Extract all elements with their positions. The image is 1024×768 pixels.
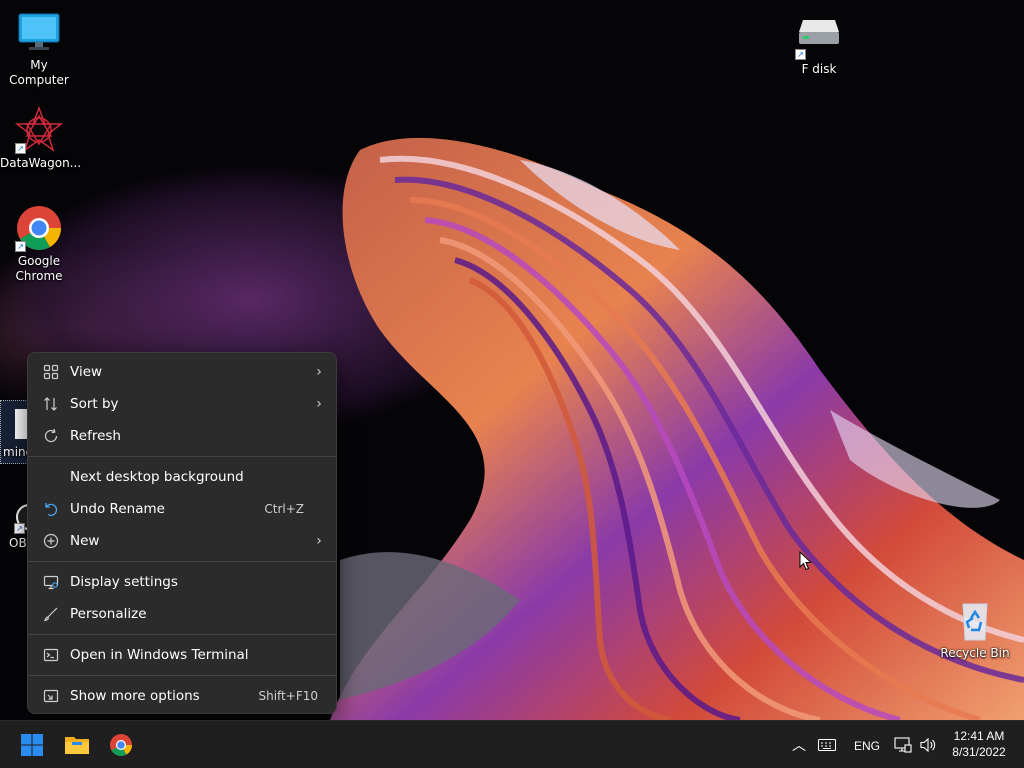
- menu-separator: [28, 634, 336, 635]
- refresh-icon: [32, 428, 70, 444]
- menu-item-new[interactable]: New ›: [32, 525, 332, 557]
- mouse-cursor-icon: [799, 550, 813, 575]
- desktop-icon-label: OB: [9, 536, 27, 550]
- undo-icon: [32, 501, 70, 517]
- menu-item-label: Undo Rename: [70, 501, 165, 517]
- menu-item-label: View: [70, 364, 103, 380]
- shortcut-arrow-icon: ↗: [15, 143, 26, 154]
- menu-item-shortcut: Ctrl+Z: [264, 502, 304, 516]
- shortcut-arrow-icon: ↗: [795, 49, 806, 60]
- menu-item-label: Refresh: [70, 428, 121, 444]
- network-button[interactable]: [890, 729, 916, 761]
- menu-item-sort-by[interactable]: Sort by ›: [32, 388, 332, 420]
- display-icon: [32, 574, 70, 590]
- taskbar-clock[interactable]: 12:41 AM 8/31/2022: [944, 729, 1014, 759]
- network-icon: [894, 737, 912, 753]
- desktop-icon-ob[interactable]: ↗ OB: [0, 500, 42, 551]
- chrome-icon: [110, 734, 132, 756]
- chevron-right-icon: ›: [316, 364, 322, 380]
- menu-item-next-desktop-background[interactable]: Next desktop background: [32, 461, 332, 493]
- desktop-icon-mine[interactable]: mine: [0, 400, 34, 464]
- shortcut-arrow-icon: ↗: [15, 241, 26, 252]
- chrome-icon: ↗: [15, 204, 63, 252]
- shortcut-arrow-icon: ↗: [14, 523, 25, 534]
- terminal-icon: [32, 647, 70, 663]
- datawagon-logo-icon: ↗: [14, 105, 64, 154]
- touch-keyboard-button[interactable]: [812, 729, 842, 761]
- menu-item-show-more-options[interactable]: Show more options Shift+F10: [32, 680, 332, 712]
- taskbar-chrome-button[interactable]: [105, 729, 137, 761]
- clock-time: 12:41 AM: [953, 729, 1005, 743]
- desktop-icon-datawagon[interactable]: ↗ DataWagon...: [0, 105, 82, 171]
- desktop-icon-label: Google Chrome: [15, 254, 63, 283]
- obs-icon: ↗: [0, 500, 42, 536]
- desktop-icon-f-disk[interactable]: ↗ F disk: [780, 12, 858, 77]
- menu-item-label: Open in Windows Terminal: [70, 647, 249, 663]
- drive-icon: ↗: [795, 12, 843, 60]
- brush-icon: [32, 606, 70, 622]
- desktop-icon-google-chrome[interactable]: ↗ Google Chrome: [0, 204, 78, 284]
- menu-item-label: Show more options: [70, 688, 200, 704]
- desktop-icon-my-computer[interactable]: My Computer: [0, 8, 78, 88]
- menu-item-open-windows-terminal[interactable]: Open in Windows Terminal: [32, 639, 332, 671]
- menu-item-label: Personalize: [70, 606, 147, 622]
- desktop-icon-label: DataWagon...: [0, 156, 82, 170]
- menu-item-view[interactable]: View ›: [32, 356, 332, 388]
- volume-button[interactable]: [914, 729, 942, 761]
- language-indicator[interactable]: ENG: [854, 739, 880, 753]
- menu-item-label: Next desktop background: [70, 469, 244, 485]
- menu-item-shortcut: Shift+F10: [258, 689, 318, 703]
- new-plus-icon: [32, 533, 70, 549]
- taskbar: ︿ ENG 12:41 AM 8/31/2022: [0, 720, 1024, 768]
- menu-separator: [28, 675, 336, 676]
- view-grid-icon: [32, 364, 70, 380]
- folder-icon: [65, 737, 89, 754]
- menu-item-refresh[interactable]: Refresh: [32, 420, 332, 452]
- desktop-icon-label: My Computer: [9, 58, 69, 87]
- desktop-icon-label: F disk: [801, 62, 837, 76]
- speaker-icon: [920, 737, 936, 753]
- menu-separator: [28, 456, 336, 457]
- desktop-context-menu: View › Sort by › Refresh Next desktop ba…: [27, 352, 337, 714]
- recycle-bin-icon: [951, 596, 999, 644]
- taskbar-file-explorer-button[interactable]: [61, 729, 93, 761]
- start-button[interactable]: [16, 729, 48, 761]
- menu-item-label: New: [70, 533, 100, 549]
- menu-separator: [28, 561, 336, 562]
- menu-item-label: Sort by: [70, 396, 119, 412]
- show-hidden-icons-button[interactable]: ︿: [784, 729, 814, 761]
- menu-item-personalize[interactable]: Personalize: [32, 598, 332, 630]
- chevron-right-icon: ›: [316, 533, 322, 549]
- chevron-right-icon: ›: [316, 396, 322, 412]
- keyboard-icon: [818, 739, 836, 751]
- desktop-icon-label: mine: [3, 445, 34, 459]
- sort-icon: [32, 396, 70, 412]
- menu-item-label: Display settings: [70, 574, 178, 590]
- menu-item-display-settings[interactable]: Display settings: [32, 566, 332, 598]
- chevron-up-icon: ︿: [792, 738, 806, 754]
- desktop-icon-label: Recycle Bin: [940, 646, 1010, 660]
- desktop-icon-recycle-bin[interactable]: Recycle Bin: [936, 596, 1014, 661]
- monitor-icon: [15, 8, 63, 56]
- menu-item-undo-rename[interactable]: Undo Rename Ctrl+Z: [32, 493, 332, 525]
- windows-logo-icon: [21, 734, 43, 756]
- clock-date: 8/31/2022: [952, 745, 1006, 759]
- more-options-icon: [32, 688, 70, 704]
